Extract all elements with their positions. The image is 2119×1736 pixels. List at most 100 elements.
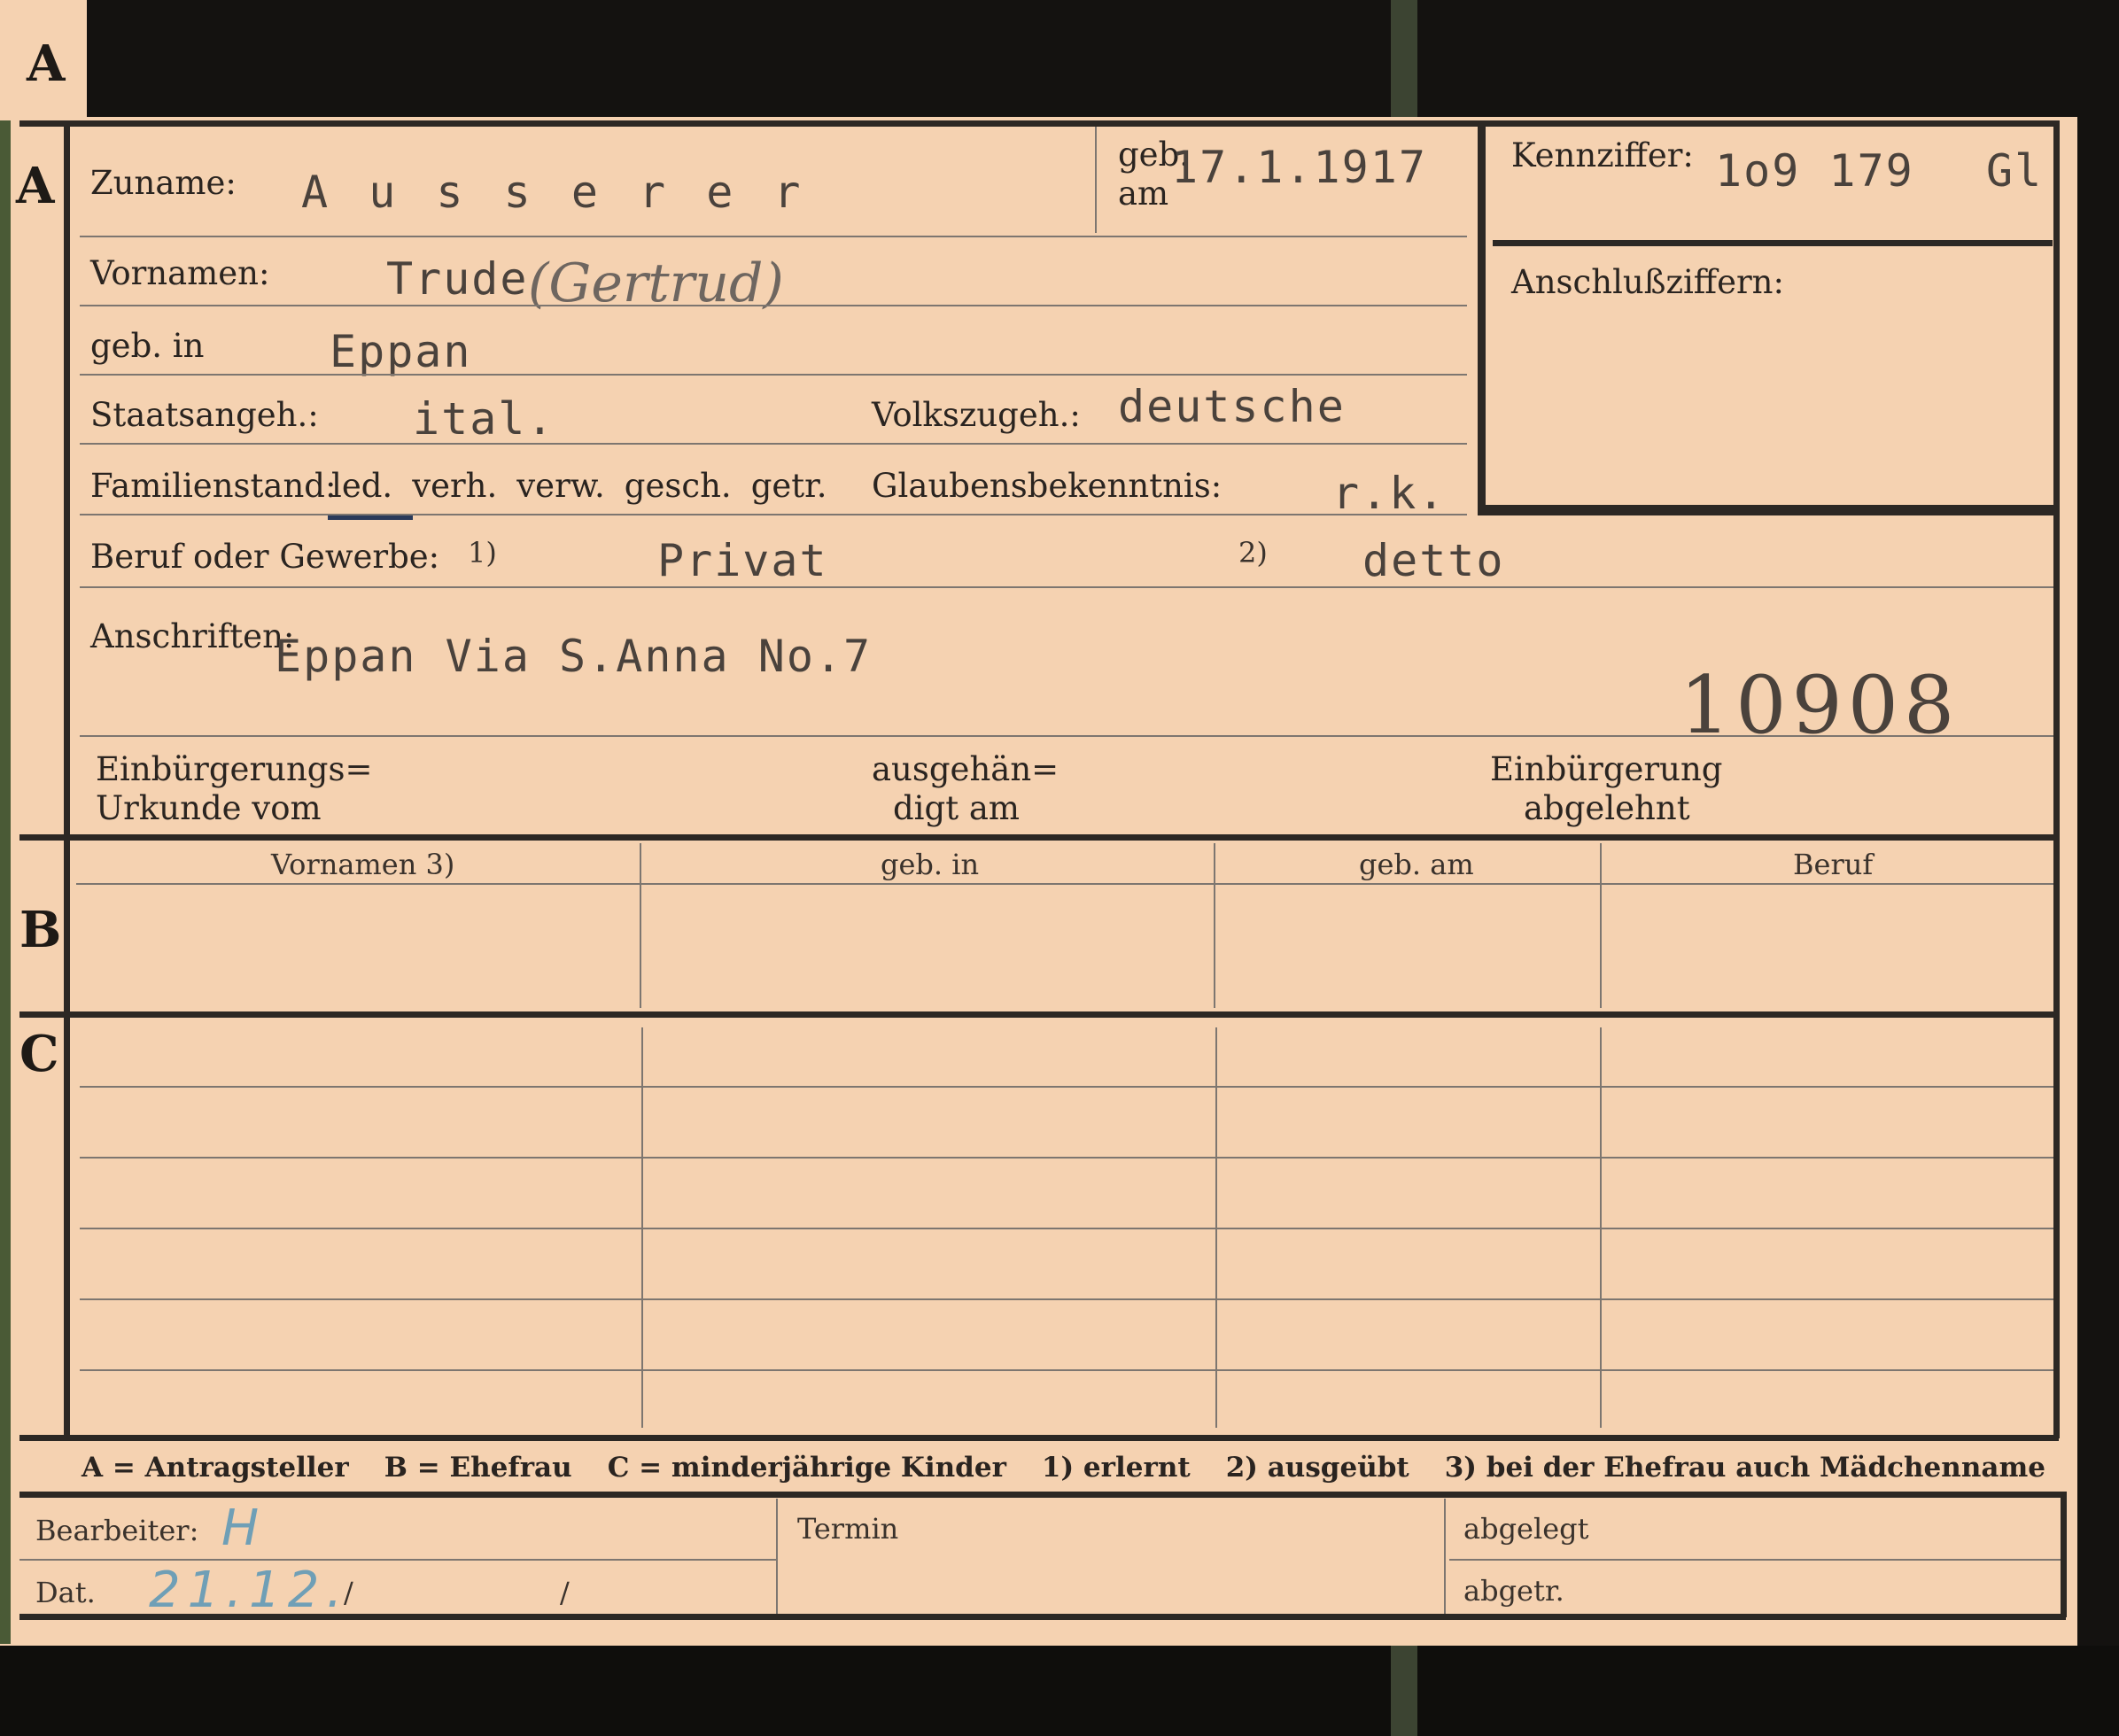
datum-slash-2: /	[560, 1576, 570, 1609]
bearbeiter-label: Bearbeiter:	[35, 1514, 199, 1547]
kennziffer-value: 1o9 179	[1715, 145, 1914, 197]
beruf-footnote-1: 1)	[468, 536, 497, 570]
datum-value: 21.12.	[149, 1562, 350, 1619]
section-c-row-rule-3	[80, 1228, 2053, 1229]
familienstand-option-verw: verw.	[516, 467, 605, 505]
stamp-number: 10908	[1680, 659, 1960, 752]
scan-background-bottom	[0, 1646, 2119, 1736]
section-c-marker: C	[19, 1025, 59, 1083]
bearbeiter-initials: H	[221, 1500, 267, 1557]
footer-rule-right	[1449, 1559, 2061, 1561]
left-edge-stripe	[0, 120, 11, 1644]
legend-kinder: C = minderjährige Kinder	[607, 1452, 1006, 1484]
index-tab: A	[0, 0, 87, 120]
rule-staat	[80, 443, 1467, 445]
einbuergerung-label-2: Urkunde vom	[96, 789, 322, 827]
section-c-row-rule-1	[80, 1086, 2053, 1088]
rule-beruf	[80, 586, 2053, 588]
familienstand-option-led: led.	[331, 467, 393, 505]
abgelehnt-label-2: abgelehnt	[1524, 789, 1690, 827]
anschlussziffern-label: Anschlußziffern:	[1511, 263, 1784, 301]
kennziffer-divider	[1493, 240, 2053, 246]
section-a-left-rule	[64, 120, 70, 834]
familienstand-option-getr: getr.	[750, 467, 827, 505]
einbuergerung-label-1: Einbürgerungs=	[96, 750, 373, 788]
section-b-col-divider-1	[640, 843, 641, 1008]
vornamen-value: Trude	[386, 253, 529, 305]
legend-ehefrau: B = Ehefrau	[384, 1452, 572, 1484]
volkszugehoerigkeit-value: deutsche	[1118, 381, 1346, 432]
beruf-value-ausgeuebt: detto	[1362, 535, 1505, 586]
section-b-col-divider-2	[1214, 843, 1215, 1008]
datum-label: Dat.	[35, 1576, 96, 1609]
ausgehaendigt-label-2: digt am	[893, 789, 1020, 827]
zuname-value: A u s s e r e r	[301, 167, 808, 218]
section-b-top-rule	[19, 834, 2059, 841]
legend-note-2: 2) ausgeübt	[1225, 1452, 1409, 1484]
rule-geb-in	[80, 374, 1467, 376]
familienstand-selected-underline	[328, 515, 413, 520]
section-b-header-rule	[76, 883, 2053, 885]
section-c-row-rule-4	[80, 1298, 2053, 1300]
vornamen-label: Vornamen:	[90, 254, 270, 292]
abgelegt-label: abgelegt	[1463, 1512, 1589, 1546]
rule-anschriften	[80, 735, 2053, 737]
rule-familienstand	[80, 514, 1467, 515]
section-c-row-rule-2	[80, 1157, 2053, 1159]
datum-slash-1: /	[344, 1576, 353, 1609]
section-a-marker: A	[16, 157, 55, 215]
geb-am-divider	[1095, 127, 1097, 233]
rule-zuname	[80, 236, 1467, 237]
footer-right-rule	[2061, 1492, 2067, 1617]
abgetragen-label: abgetr.	[1463, 1574, 1564, 1608]
kennziffer-label: Kennziffer:	[1511, 136, 1694, 174]
abgelehnt-label-1: Einbürgerung	[1490, 750, 1723, 788]
column-header-geb-in: geb. in	[881, 848, 980, 881]
footer-divider-2	[1444, 1499, 1446, 1614]
geb-am-label-bottom: am	[1118, 174, 1169, 213]
section-bc-left-rule	[64, 840, 70, 1438]
section-c-row-rule-5	[80, 1369, 2053, 1371]
column-header-vornamen: Vornamen 3)	[271, 848, 455, 881]
glaubensbekenntnis-label: Glaubensbekenntnis:	[872, 467, 1222, 505]
ausgehaendigt-label-1: ausgehän=	[872, 750, 1060, 788]
column-header-beruf: Beruf	[1793, 848, 1874, 881]
legend: A = Antragsteller B = Ehefrau C = minder…	[82, 1454, 2045, 1482]
legend-note-1: 1) erlernt	[1041, 1452, 1191, 1484]
geb-in-label: geb. in	[90, 327, 205, 365]
geb-in-value: Eppan	[330, 326, 472, 377]
section-b-col-divider-3	[1600, 843, 1602, 1008]
staatsangehoerigkeit-value: ital.	[413, 393, 555, 445]
zuname-label: Zuname:	[90, 164, 237, 202]
familienstand-options: led. verh. verw. gesch. getr.	[331, 469, 827, 502]
volkszugehoerigkeit-label: Volkszugeh.:	[872, 396, 1081, 434]
beruf-footnote-2: 2)	[1238, 536, 1268, 570]
footer-divider-1	[776, 1499, 778, 1614]
anschriften-value: Eppan Via S.Anna No.7	[275, 631, 873, 682]
familienstand-option-gesch: gesch.	[624, 467, 732, 505]
termin-label: Termin	[797, 1512, 899, 1546]
beruf-label: Beruf oder Gewerbe:	[90, 538, 440, 576]
legend-note-3: 3) bei der Ehefrau auch Mädchenname	[1444, 1452, 2045, 1484]
legend-antragsteller: A = Antragsteller	[82, 1452, 349, 1484]
kennziffer-suffix: Gl	[1986, 145, 2044, 197]
vornamen-handwritten: (Gertrud)	[528, 252, 784, 314]
section-c-top-rule	[19, 1011, 2059, 1018]
familienstand-option-verh: verh.	[412, 467, 498, 505]
footer-rule-left	[19, 1559, 776, 1561]
binding-strip-top	[1391, 0, 1417, 117]
tab-letter: A	[27, 35, 66, 93]
section-bc-right-rule	[2053, 834, 2060, 1438]
binding-strip-bottom	[1391, 1646, 1417, 1736]
footer-top-rule	[19, 1492, 2066, 1498]
beruf-value-erlernt: Privat	[657, 535, 828, 586]
legend-top-rule	[19, 1435, 2059, 1441]
anschriften-label: Anschriften:	[90, 617, 295, 655]
rule-vornamen	[80, 305, 1467, 306]
staatsangehoerigkeit-label: Staatsangeh.:	[90, 396, 319, 434]
familienstand-label: Familienstand:	[90, 467, 337, 505]
column-header-geb-am: geb. am	[1359, 848, 1474, 881]
glaubensbekenntnis-value: r.k.	[1332, 468, 1447, 519]
section-b-marker: B	[19, 901, 62, 959]
geb-am-value: 17.1.1917	[1171, 142, 1427, 193]
